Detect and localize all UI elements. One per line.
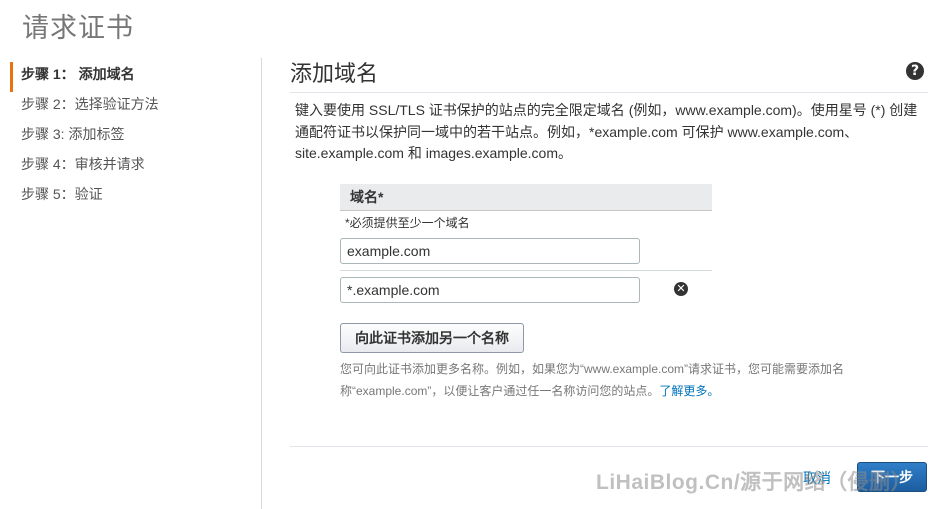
watermark: LiHaiBlog.Cn/源于网络（侵删） — [596, 471, 913, 494]
add-name-note: 您可向此证书添加更多名称。例如，如果您为“www.example.com”请求证… — [340, 359, 900, 402]
domain-header: 域名* — [340, 184, 712, 211]
learn-more-link[interactable]: 了解更多。 — [659, 384, 719, 398]
page-title: 请求证书 — [22, 13, 134, 43]
step-add-domain[interactable]: 步骤 1： 添加域名 — [10, 62, 250, 92]
section-divider — [290, 92, 928, 93]
step-validation-method[interactable]: 步骤 2：选择验证方法 — [10, 92, 250, 122]
remove-icon[interactable]: ✕ — [674, 282, 688, 296]
add-name-note-text: 您可向此证书添加更多名称。例如，如果您为“www.example.com”请求证… — [340, 362, 845, 398]
add-name-button[interactable]: 向此证书添加另一个名称 — [340, 323, 524, 353]
step-review[interactable]: 步骤 4：审核并请求 — [10, 152, 250, 182]
step-add-tags[interactable]: 步骤 3: 添加标签 — [10, 122, 250, 152]
section-title: 添加域名 — [290, 61, 379, 86]
row-divider — [340, 270, 712, 271]
domain-input-1[interactable]: example.com — [340, 238, 640, 264]
wizard-steps: 步骤 1： 添加域名 步骤 2：选择验证方法 步骤 3: 添加标签 步骤 4：审… — [10, 62, 250, 212]
intro-text: 键入要使用 SSL/TLS 证书保护的站点的完全限定域名 (例如，www.exa… — [295, 102, 918, 161]
help-icon[interactable]: ? — [906, 62, 924, 80]
domain-hint: *必须提供至少一个域名 — [345, 216, 470, 230]
step-validate[interactable]: 步骤 5：验证 — [10, 182, 250, 212]
domain-input-2[interactable]: *.example.com — [340, 277, 640, 303]
sidebar-divider — [261, 58, 262, 509]
footer-divider — [290, 446, 928, 447]
domain-panel: 域名* *必须提供至少一个域名 example.com *.example.co… — [340, 184, 844, 398]
